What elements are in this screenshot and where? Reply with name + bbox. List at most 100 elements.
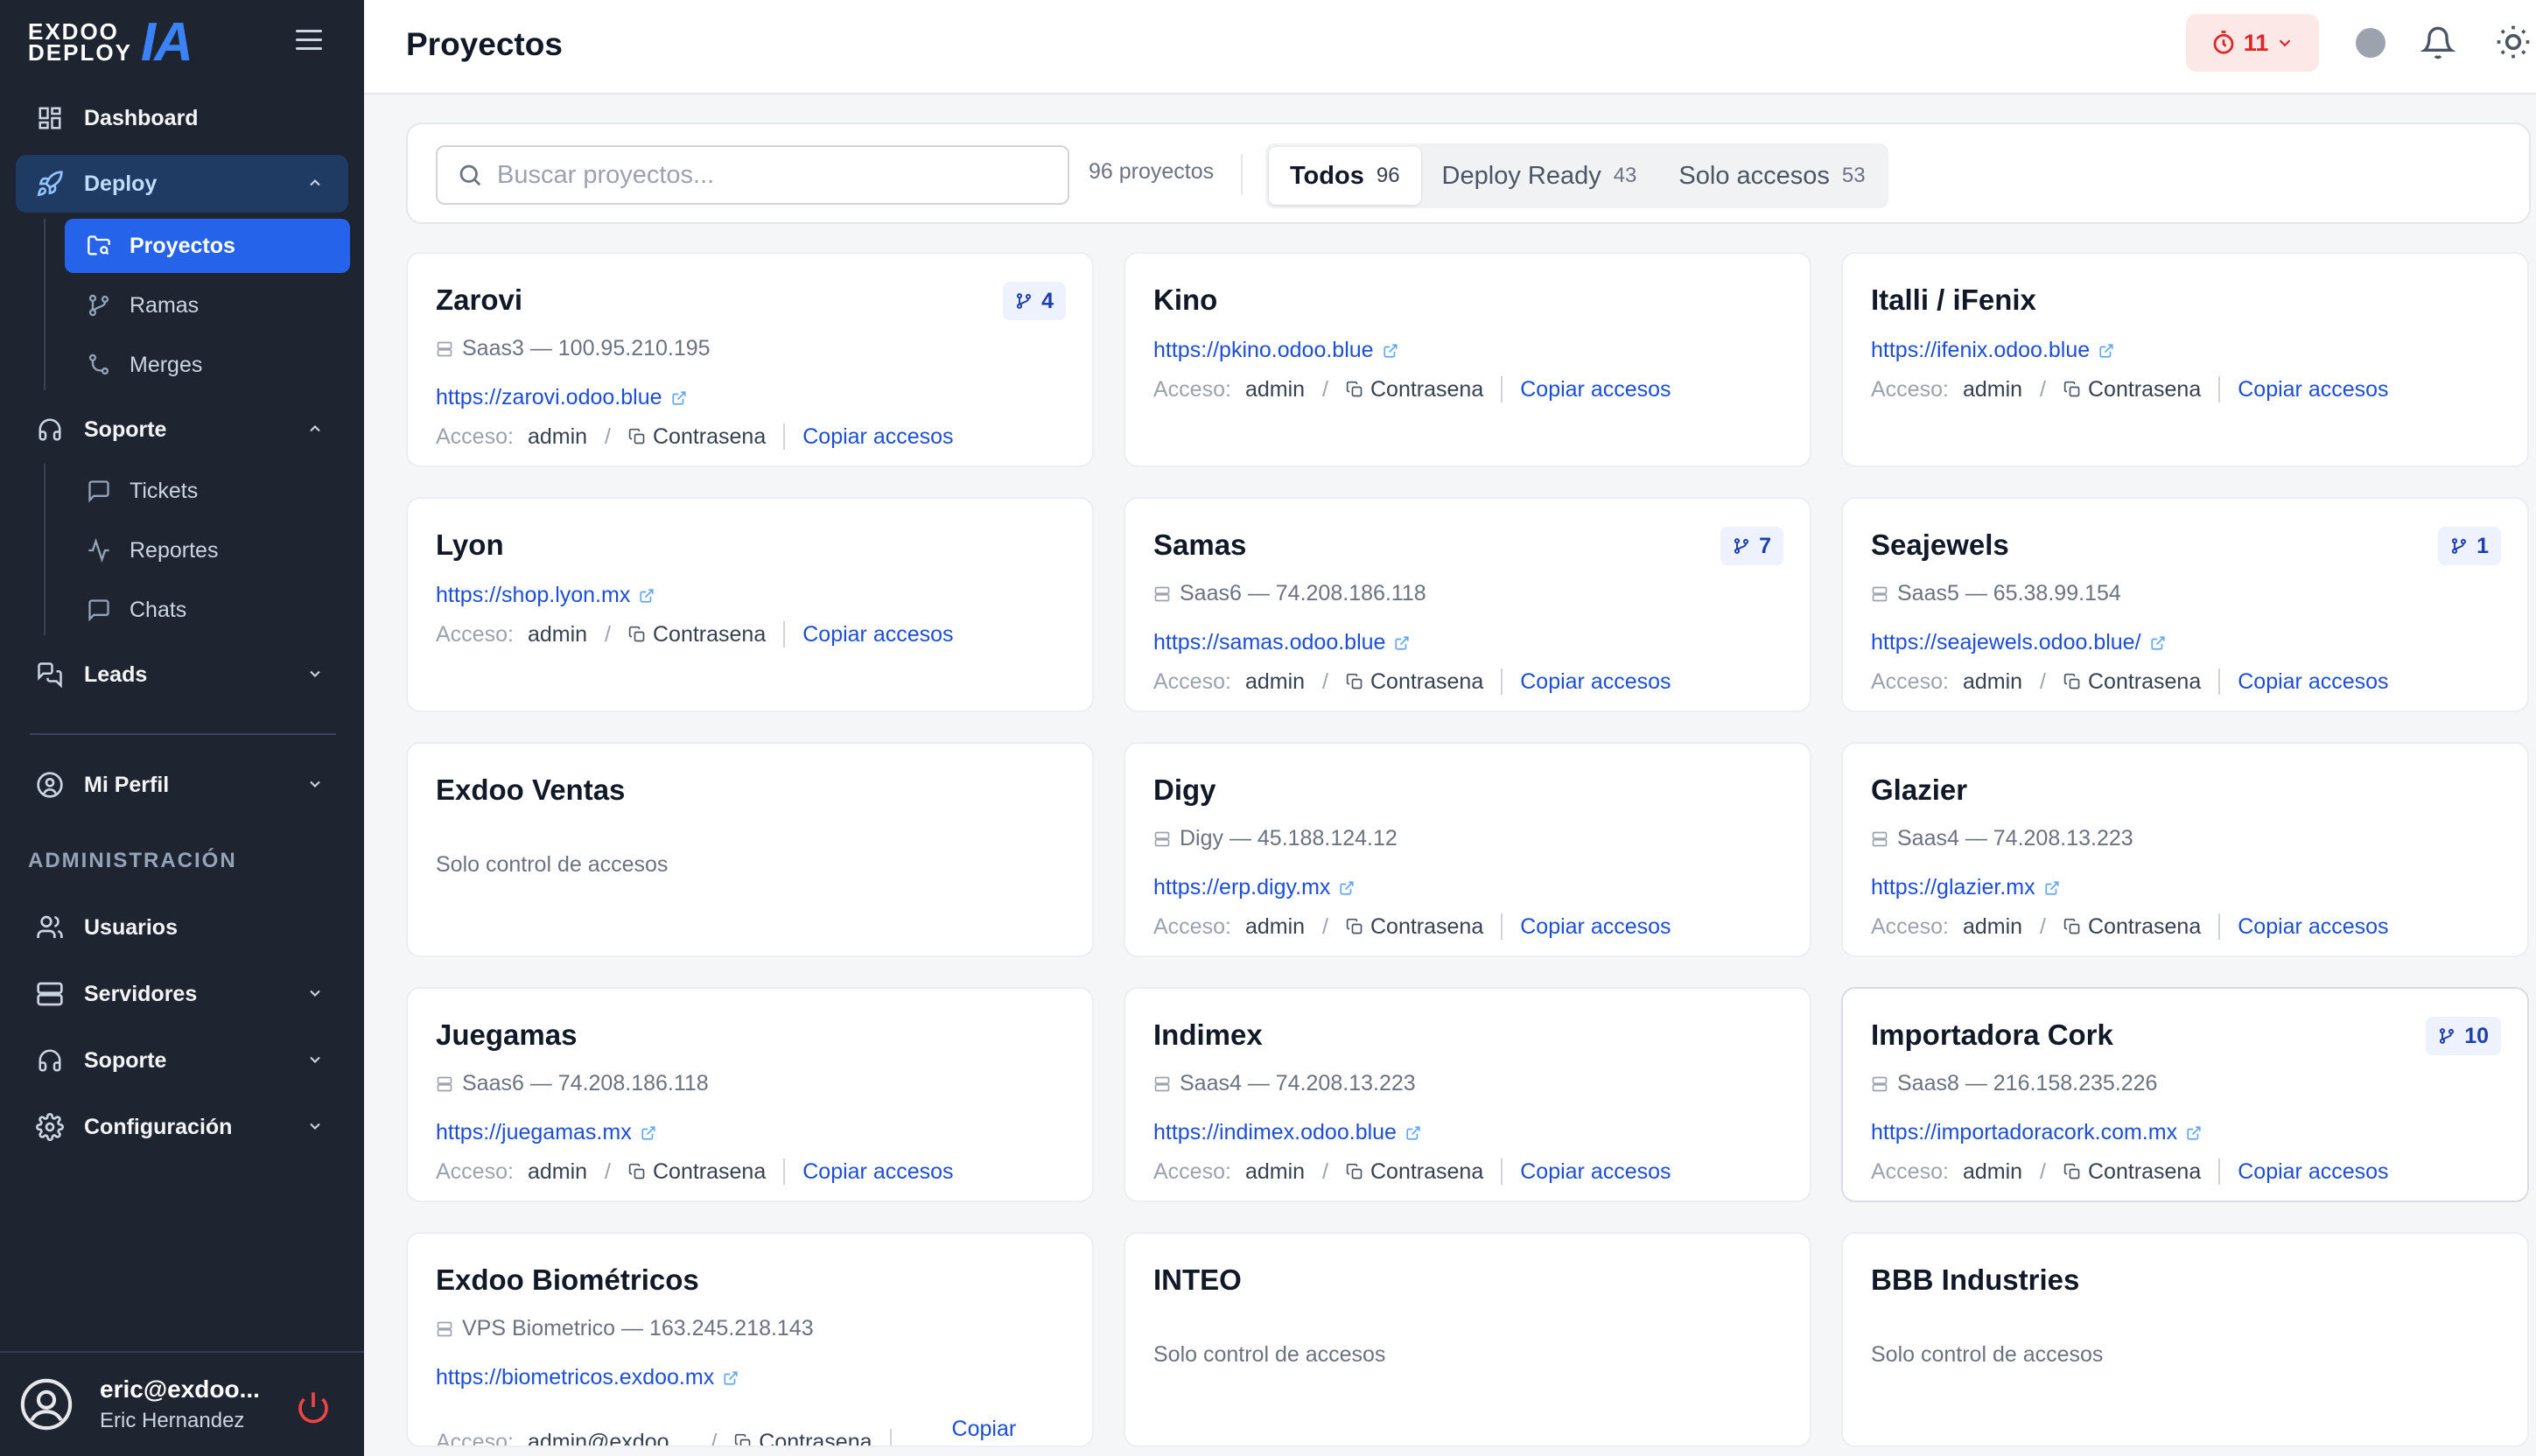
copy-password-button[interactable]: Contrasena (2063, 669, 2201, 695)
theme-toggle-sun-icon[interactable] (2494, 23, 2532, 61)
copy-access-button[interactable]: Copiar accesos (2238, 914, 2388, 940)
sidebar-item-reportes[interactable]: Reportes (65, 523, 350, 578)
project-url-link[interactable]: https://zarovi.odoo.blue (436, 385, 687, 410)
copy-password-button[interactable]: Contrasena (2063, 377, 2201, 402)
sidebar-item-label: Proyectos (130, 233, 235, 258)
copy-access-button[interactable]: Copiar accesos (1520, 377, 1671, 402)
project-url-link[interactable]: https://erp.digy.mx (1153, 875, 1355, 900)
copy-access-button[interactable]: Copiaraccesos (944, 1416, 1025, 1446)
sidebar-item-soporte[interactable]: Soporte (16, 401, 348, 458)
access-label: Acceso: (1871, 668, 1949, 694)
project-url-link[interactable]: https://juegamas.mx (436, 1120, 656, 1145)
sidebar-item-servidores[interactable]: Servidores (16, 965, 348, 1023)
sidebar-item-usuarios[interactable]: Usuarios (16, 899, 348, 956)
project-url-link[interactable]: https://pkino.odoo.blue (1153, 338, 1398, 363)
sidebar-item-ramas[interactable]: Ramas (65, 278, 350, 332)
project-url-link[interactable]: https://glazier.mx (1871, 875, 2060, 900)
status-indicator[interactable] (2356, 28, 2385, 58)
server-label: Saas5 — 65.38.99.154 (1897, 581, 2121, 606)
copy-access-button[interactable]: Copiar accesos (802, 424, 953, 450)
project-url-link[interactable]: https://importadoracork.com.mx (1871, 1120, 2202, 1145)
git-merge-icon (86, 352, 112, 378)
branch-count: 1 (2476, 533, 2489, 558)
project-card[interactable]: Italli / iFenix https://ifenix.odoo.blue A… (1841, 252, 2529, 467)
project-url-link[interactable]: https://biometricos.exdoo.mx (436, 1365, 739, 1390)
copy-access-button[interactable]: Copiar accesos (2238, 377, 2388, 402)
copy-access-button[interactable]: Copiar accesos (1520, 914, 1671, 940)
sidebar-item-soporte-admin[interactable]: Soporte (16, 1032, 348, 1089)
project-url-link[interactable]: https://seajewels.odoo.blue/ (1871, 630, 2166, 655)
app-logo[interactable]: EXDOO DEPLOY IA (28, 12, 193, 73)
search-input[interactable] (497, 160, 1022, 190)
project-card[interactable]: Digy Digy — 45.188.124.12 https://erp.digy… (1124, 742, 1811, 957)
copy-access-label: Copiar accesos (802, 1158, 954, 1184)
copy-password-button[interactable]: Contrasena (2063, 1159, 2201, 1185)
project-url-link[interactable]: https://samas.odoo.blue (1153, 630, 1410, 655)
project-card[interactable]: Kino https://pkino.odoo.blue Acceso: admin /… (1124, 252, 1811, 467)
tab-label: Solo accesos (1678, 161, 1830, 190)
copy-icon (2063, 918, 2080, 934)
chat-icon (86, 597, 112, 623)
project-card[interactable]: Zarovi 4 Saas3 — 100.95.210.195 https://zar… (406, 252, 1094, 467)
tab-deploy-ready[interactable]: Deploy Ready 43 (1421, 147, 1658, 205)
project-card[interactable]: Glazier Saas4 — 74.208.13.223 https://glaz… (1841, 742, 2529, 957)
project-card[interactable]: Samas 7 Saas6 — 74.208.186.118 https://sama… (1124, 497, 1811, 712)
copy-access-button[interactable]: Copiar accesos (1520, 1159, 1671, 1185)
copy-password-button[interactable]: Contrasena (1346, 377, 1483, 402)
sidebar-item-leads[interactable]: Leads (16, 646, 348, 704)
external-link-icon (671, 390, 686, 405)
sidebar-item-mi-perfil[interactable]: Mi Perfil (16, 756, 348, 814)
project-card[interactable]: Lyon https://shop.lyon.mx Acceso: admin / Con… (406, 497, 1094, 712)
top-header: Proyectos 11 (364, 0, 2536, 94)
branch-count-badge[interactable]: 4 (1003, 282, 1066, 320)
access-row: Acceso: admin / Contrasena Copiar accesos (1153, 914, 1671, 940)
copy-access-button[interactable]: Copiar accesos (802, 1159, 953, 1185)
project-card[interactable]: Exdoo Biométricos VPS Biometrico — 163.24… (406, 1232, 1094, 1447)
sidebar-item-tickets[interactable]: Tickets (65, 464, 350, 518)
copy-password-button[interactable]: Contrasena (628, 1159, 766, 1185)
project-card[interactable]: Seajewels 1 Saas5 — 65.38.99.154 https://se… (1841, 497, 2529, 712)
project-card[interactable]: Juegamas Saas6 — 74.208.186.118 https://ju… (406, 987, 1094, 1202)
notifications-bell-icon[interactable] (2420, 24, 2455, 61)
sidebar-item-deploy[interactable]: Deploy (16, 155, 348, 213)
copy-access-button[interactable]: Copiar accesos (1520, 669, 1671, 695)
project-url-link[interactable]: https://indimex.odoo.blue (1153, 1120, 1421, 1145)
timer-dropdown-button[interactable]: 11 (2186, 14, 2319, 72)
user-profile[interactable]: eric@exdoo... Eric Hernandez (0, 1351, 364, 1456)
copy-password-button[interactable]: Contrasena (2063, 914, 2201, 940)
copy-password-button[interactable]: Contrasena (1346, 1159, 1483, 1185)
project-card[interactable]: INTEO Solo control de accesos (1124, 1232, 1811, 1447)
sidebar-item-chats[interactable]: Chats (65, 583, 350, 637)
users-icon (35, 913, 65, 942)
password-label: Contrasena (1370, 1158, 1484, 1184)
project-card[interactable]: Indimex Saas4 — 74.208.13.223 https://indi… (1124, 987, 1811, 1202)
search-icon (459, 164, 481, 186)
branch-count-badge[interactable]: 7 (1720, 527, 1783, 565)
search-box[interactable] (436, 145, 1069, 205)
copy-password-button[interactable]: Contrasena (1346, 914, 1483, 940)
copy-access-button[interactable]: Copiar accesos (802, 622, 953, 648)
sidebar-item-proyectos[interactable]: Proyectos (65, 219, 350, 273)
sidebar-item-dashboard[interactable]: Dashboard (16, 89, 348, 147)
copy-password-button[interactable]: Contrasena (628, 424, 766, 450)
tab-todos[interactable]: Todos 96 (1269, 147, 1421, 205)
sidebar-item-merges[interactable]: Merges (65, 338, 350, 392)
sidebar-item-configuracion[interactable]: Configuración (16, 1098, 348, 1156)
timer-count: 11 (2243, 29, 2269, 56)
menu-toggle-icon[interactable] (296, 30, 322, 51)
project-card[interactable]: BBB Industries Solo control de accesos (1841, 1232, 2529, 1447)
project-card[interactable]: Exdoo Ventas Solo control de accesos (406, 742, 1094, 957)
branch-count-badge[interactable]: 10 (2426, 1017, 2501, 1055)
copy-password-button[interactable]: Contrasena (1346, 669, 1483, 695)
logout-power-icon[interactable] (296, 1390, 331, 1424)
copy-password-button[interactable]: Contrasena (628, 622, 766, 648)
project-url-link[interactable]: https://shop.lyon.mx (436, 583, 655, 608)
branch-count-badge[interactable]: 1 (2438, 527, 2501, 565)
project-card[interactable]: Importadora Cork 10 Saas8 — 216.158.235.22… (1841, 987, 2529, 1202)
project-url-link[interactable]: https://ifenix.odoo.blue (1871, 338, 2114, 363)
copy-password-button[interactable]: Contrasena (734, 1430, 872, 1446)
copy-access-button[interactable]: Copiar accesos (2238, 1159, 2388, 1185)
copy-access-button[interactable]: Copiar accesos (2238, 669, 2388, 695)
tab-solo-accesos[interactable]: Solo accesos 53 (1657, 147, 1886, 205)
project-name: Lyon (436, 528, 504, 561)
